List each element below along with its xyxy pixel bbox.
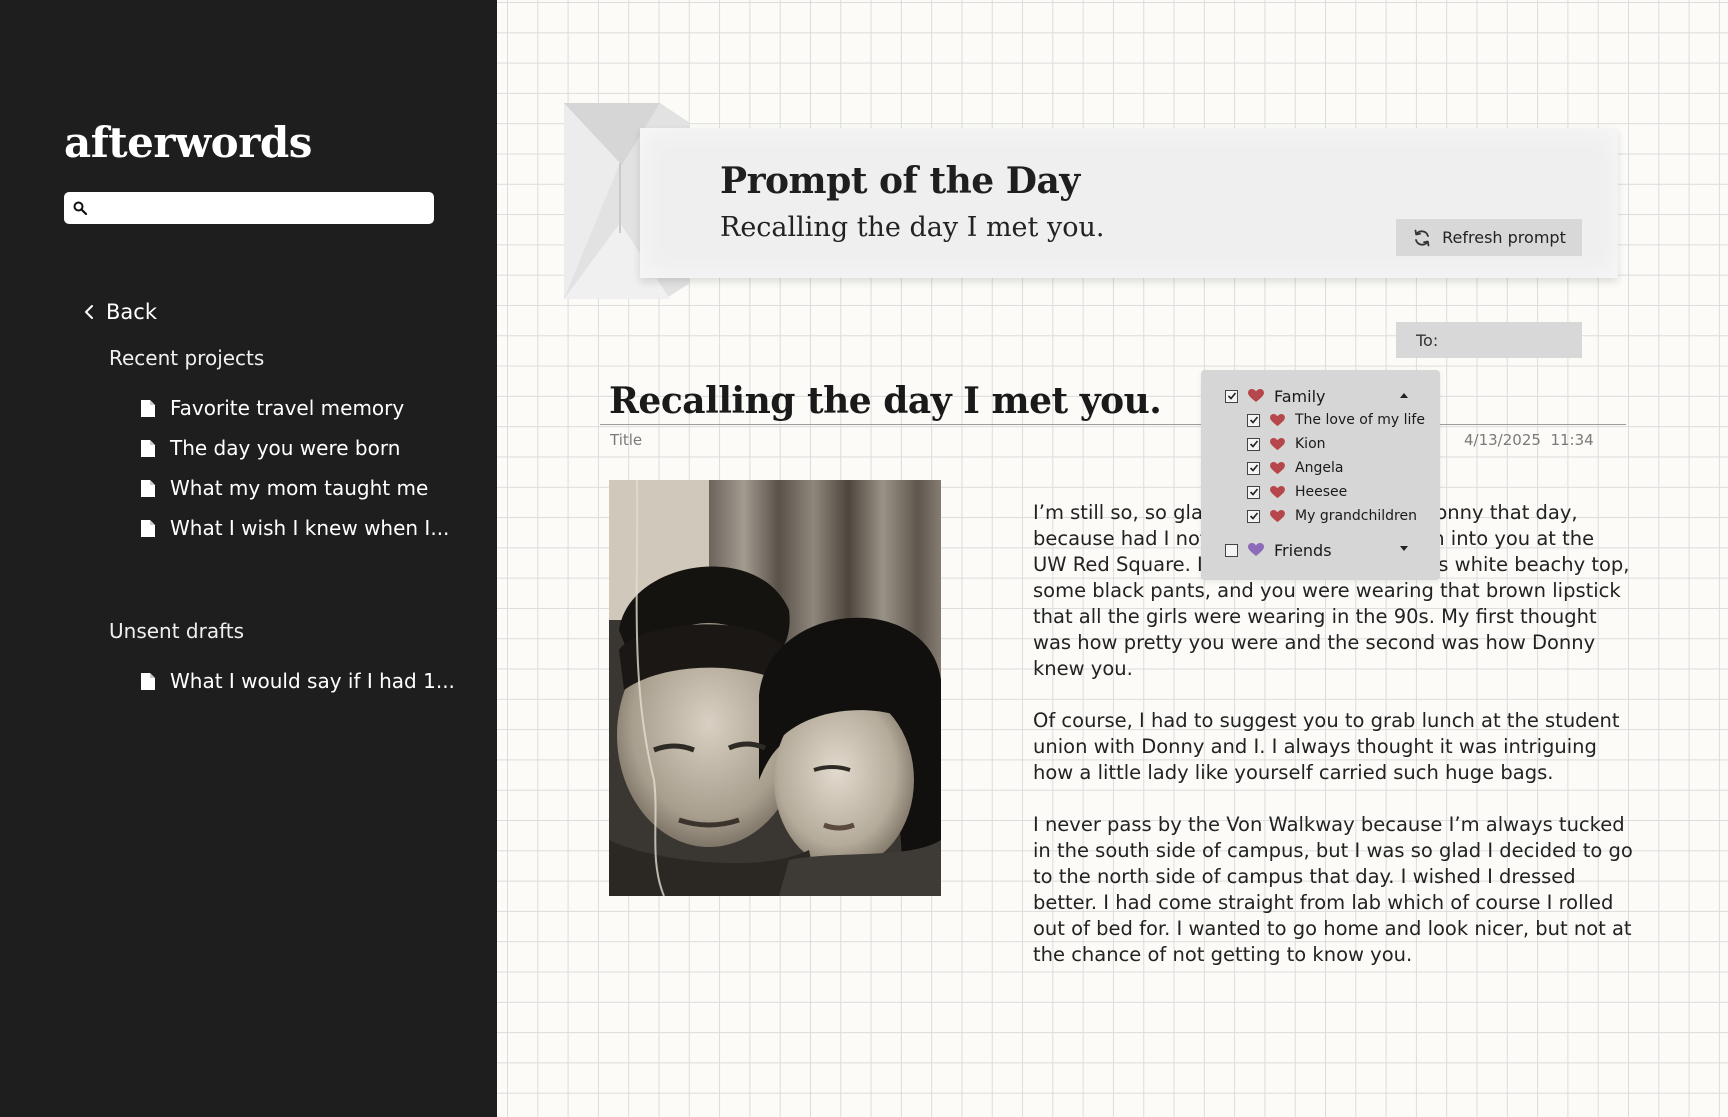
group-row-family[interactable]: Family <box>1201 384 1440 408</box>
letter-paragraph: Of course, I had to suggest you to grab … <box>1033 709 1620 784</box>
friends-checkbox[interactable] <box>1225 543 1238 557</box>
group-name: Friends <box>1274 540 1332 560</box>
document-icon <box>141 479 155 497</box>
refresh-prompt-label: Refresh prompt <box>1442 228 1566 247</box>
refresh-prompt-button[interactable]: Refresh prompt <box>1396 219 1582 256</box>
prompt-heading: Prompt of the Day <box>720 160 1080 202</box>
heart-icon <box>1248 389 1264 402</box>
heart-icon <box>1270 437 1285 450</box>
heart-icon <box>1270 485 1285 498</box>
checkmark-icon <box>1227 392 1236 400</box>
family-checkbox[interactable] <box>1225 389 1238 403</box>
draft-item[interactable]: What I would say if I had 1... <box>140 669 455 693</box>
document-icon <box>141 519 155 537</box>
document-icon <box>141 399 155 417</box>
checkmark-icon <box>1249 512 1258 520</box>
memory-photo[interactable] <box>609 480 941 896</box>
draft-label: What I would say if I had 1... <box>170 669 455 693</box>
recipient-row[interactable]: Angela <box>1201 456 1440 480</box>
recipient-row[interactable]: My grandchildren <box>1201 504 1440 528</box>
chevron-left-icon <box>85 305 93 319</box>
search-icon <box>73 201 87 215</box>
title-underline <box>600 424 1626 425</box>
photo-illustration <box>609 480 941 896</box>
checkmark-icon <box>1249 440 1258 448</box>
recipient-checkbox[interactable] <box>1247 413 1260 427</box>
recent-project-label: What I wish I knew when I... <box>170 516 450 540</box>
document-icon <box>141 439 155 457</box>
recipient-checkbox[interactable] <box>1247 461 1260 475</box>
recent-project-label: What my mom taught me <box>170 476 429 500</box>
recent-project-item[interactable]: What my mom taught me <box>140 476 428 500</box>
back-button[interactable]: Back <box>84 300 157 324</box>
recipient-row[interactable]: Kion <box>1201 432 1440 456</box>
unsent-drafts-heading: Unsent drafts <box>109 619 245 643</box>
heart-icon <box>1270 461 1285 474</box>
recipient-name: Angela <box>1295 460 1344 476</box>
prompt-text: Recalling the day I met you. <box>720 212 1105 243</box>
group-row-friends[interactable]: Friends <box>1201 538 1440 562</box>
document-timestamp: 4/13/2025 11:34 <box>1464 431 1594 449</box>
recent-projects-heading: Recent projects <box>109 346 265 370</box>
caret-down-icon[interactable] <box>1400 546 1408 552</box>
search-input[interactable] <box>93 199 413 217</box>
recipient-name: Kion <box>1295 436 1326 452</box>
heart-icon <box>1270 413 1285 426</box>
recent-project-label: The day you were born <box>170 436 401 460</box>
recipient-checkbox[interactable] <box>1247 509 1260 523</box>
letter-paragraph: I never pass by the Von Walkway because … <box>1033 813 1633 966</box>
document-time: 11:34 <box>1550 431 1594 449</box>
document-title[interactable]: Recalling the day I met you. <box>609 380 1162 422</box>
recipient-name: The love of my life <box>1295 412 1425 428</box>
back-label: Back <box>106 300 157 324</box>
heart-icon <box>1248 543 1264 556</box>
recipient-field-label: To: <box>1416 330 1439 350</box>
search-bar[interactable] <box>64 192 434 224</box>
recent-project-item[interactable]: What I wish I knew when I... <box>140 516 449 540</box>
title-field-label: Title <box>610 431 643 449</box>
sidebar: afterwords Back Recent projects Favorite… <box>0 0 497 1117</box>
recent-project-label: Favorite travel memory <box>170 396 405 420</box>
checkmark-icon <box>1249 416 1258 424</box>
heart-icon <box>1270 509 1285 522</box>
group-name: Family <box>1274 386 1326 406</box>
recent-project-item[interactable]: The day you were born <box>140 436 400 460</box>
recipient-checkbox[interactable] <box>1247 485 1260 499</box>
document-date: 4/13/2025 <box>1464 431 1541 449</box>
recipient-name: My grandchildren <box>1295 508 1417 524</box>
recent-project-item[interactable]: Favorite travel memory <box>140 396 404 420</box>
app-logo[interactable]: afterwords <box>64 118 312 167</box>
caret-up-icon[interactable] <box>1400 392 1408 398</box>
recipient-name: Heesee <box>1295 484 1348 500</box>
checkmark-icon <box>1249 488 1258 496</box>
recipient-row[interactable]: The love of my life <box>1201 408 1440 432</box>
refresh-icon <box>1414 229 1430 246</box>
checkmark-icon <box>1249 464 1258 472</box>
recipients-dropdown: Family The love of my life Kion Angela H… <box>1201 370 1440 580</box>
recipient-field[interactable]: To: <box>1396 322 1582 358</box>
recipient-row[interactable]: Heesee <box>1201 480 1440 504</box>
document-icon <box>141 672 155 690</box>
recipient-checkbox[interactable] <box>1247 437 1260 451</box>
